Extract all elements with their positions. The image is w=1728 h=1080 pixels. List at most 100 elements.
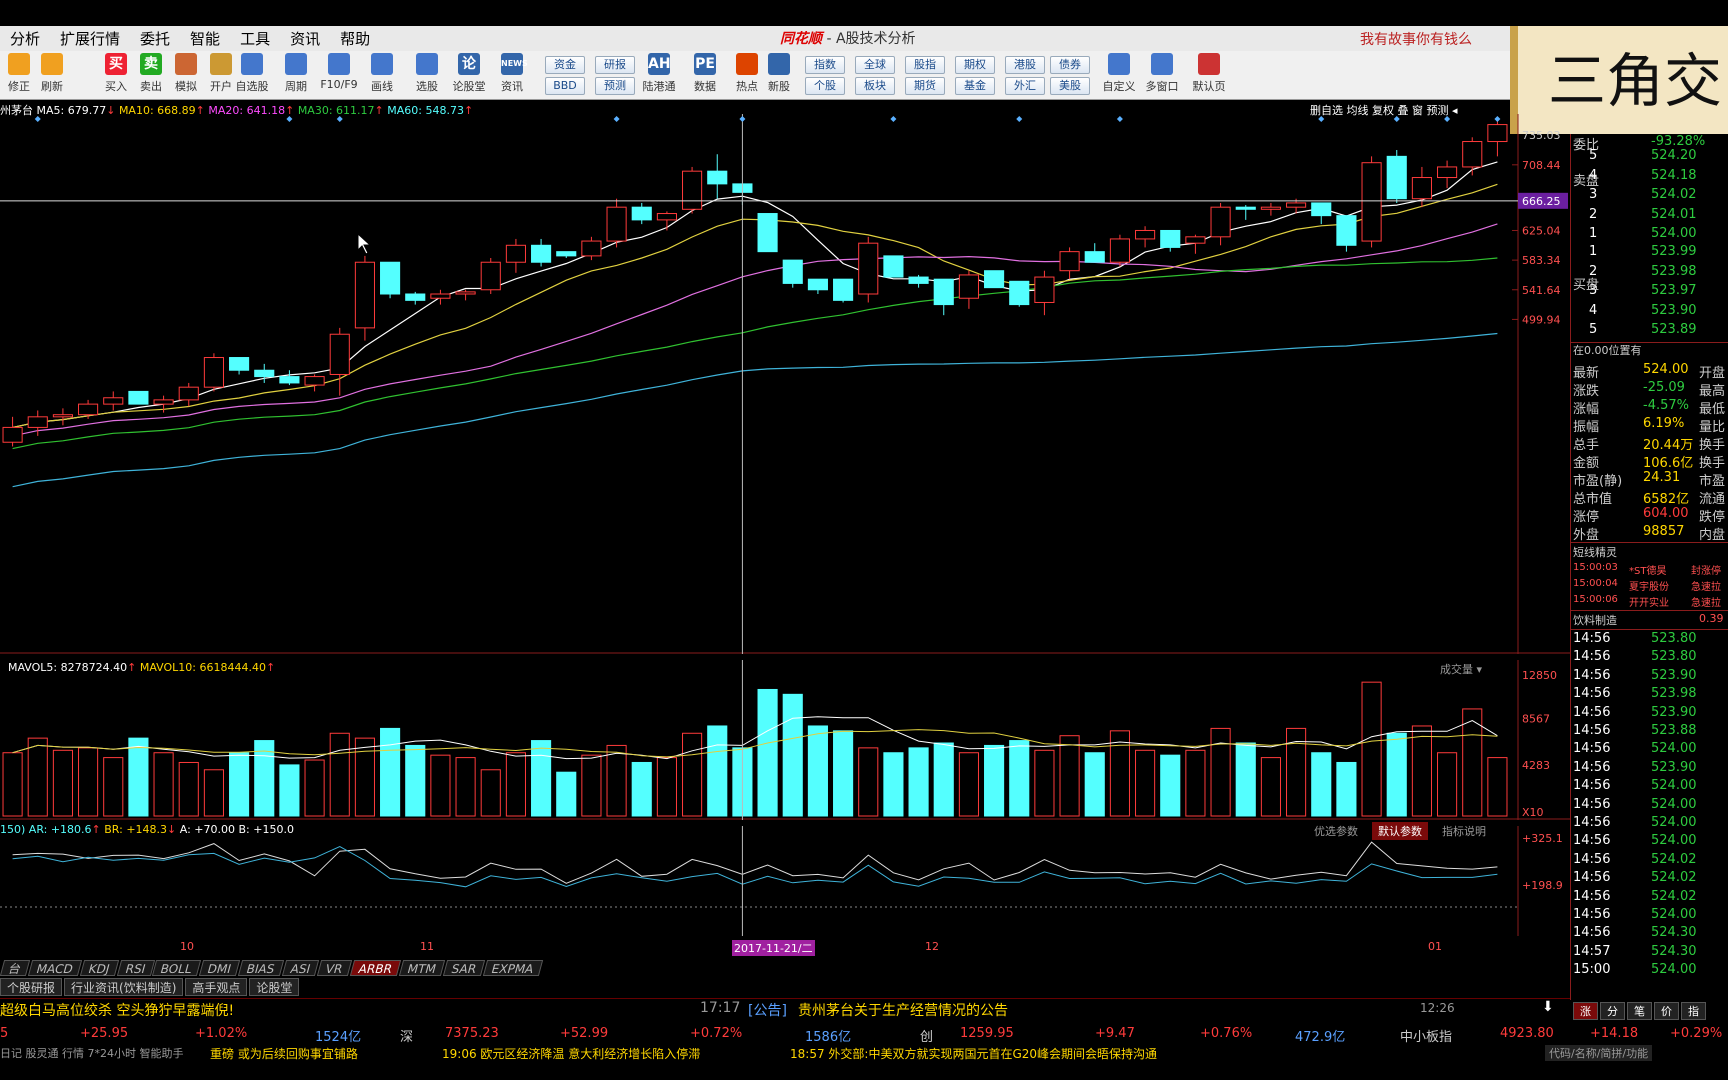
- candle[interactable]: [1260, 202, 1281, 216]
- refresh-button[interactable]: 刷新: [38, 53, 66, 98]
- screen-button[interactable]: 选股: [413, 53, 441, 98]
- toolbar-tab-button[interactable]: 预测: [595, 77, 635, 95]
- download-icon[interactable]: ⬇: [1542, 999, 1554, 1015]
- status-link[interactable]: 行情: [62, 1047, 84, 1060]
- info-marker-icon[interactable]: [890, 116, 897, 122]
- indicator-tab-boll[interactable]: BOLL: [152, 960, 202, 976]
- ah-button[interactable]: AH 陆港通: [643, 53, 676, 98]
- news-scroll-3[interactable]: 18:57 外交部:中美双方就实现两国元首在G20峰会期间会晤保持沟通: [790, 1045, 1157, 1062]
- info-marker-icon[interactable]: [336, 116, 343, 122]
- toolbar-tab-button[interactable]: 板块: [855, 77, 895, 95]
- candle[interactable]: [958, 270, 979, 309]
- indicator-tab-mtm[interactable]: MTM: [398, 960, 445, 976]
- sub-tab[interactable]: 个股研报: [0, 978, 63, 996]
- toolbar-tab-button[interactable]: BBD: [545, 77, 585, 95]
- info-marker-icon[interactable]: [739, 116, 746, 122]
- candle[interactable]: [1361, 156, 1382, 248]
- candle[interactable]: [178, 382, 199, 407]
- doc-button[interactable]: F10/F9: [320, 53, 358, 98]
- toolbar-tab-button[interactable]: 期权: [955, 56, 995, 74]
- quote-tab[interactable]: 指: [1681, 1002, 1706, 1020]
- toolbar-tab-button[interactable]: 外汇: [1005, 77, 1045, 95]
- pen-button[interactable]: 画线: [368, 53, 396, 98]
- custom-button[interactable]: 自定义: [1103, 53, 1136, 98]
- candle[interactable]: [1311, 202, 1332, 225]
- quote-tab[interactable]: 涨: [1573, 1002, 1598, 1020]
- candle[interactable]: [505, 238, 526, 273]
- status-link[interactable]: 日记: [0, 1047, 22, 1060]
- status-link[interactable]: 7*24小时: [88, 1047, 137, 1060]
- up-arrow-button[interactable]: 修正: [5, 53, 33, 98]
- candle[interactable]: [1235, 205, 1256, 220]
- indicator-tab-dmi[interactable]: DMI: [198, 960, 241, 976]
- default-params-button[interactable]: 默认参数: [1372, 822, 1428, 840]
- news-scroll-2[interactable]: 19:06 欧元区经济降温 意大利经济增长陷入停滞: [442, 1045, 700, 1062]
- candle[interactable]: [556, 251, 577, 258]
- indicator-tab-rsi[interactable]: RSI: [116, 960, 155, 976]
- sub-tab[interactable]: 高手观点: [185, 978, 248, 996]
- star-button[interactable]: 自选股: [236, 53, 269, 98]
- candle[interactable]: [531, 238, 552, 267]
- pe-button[interactable]: PE 数据: [691, 53, 719, 98]
- candle[interactable]: [1386, 150, 1407, 203]
- candle[interactable]: [757, 213, 778, 253]
- info-marker-icon[interactable]: [1116, 116, 1123, 122]
- toolbar-tab-button[interactable]: 研报: [595, 56, 635, 74]
- status-link[interactable]: 股灵通: [26, 1047, 59, 1060]
- candle[interactable]: [1462, 137, 1483, 176]
- indicator-tab-expma[interactable]: EXPMA: [483, 960, 543, 976]
- candle[interactable]: [380, 261, 401, 299]
- candle[interactable]: [606, 198, 627, 248]
- candle[interactable]: [1336, 215, 1357, 252]
- candle[interactable]: [128, 390, 149, 405]
- buy-button[interactable]: 买买入: [102, 53, 130, 98]
- menu-item[interactable]: 资讯: [280, 28, 330, 49]
- candle[interactable]: [480, 258, 501, 294]
- windows-button[interactable]: 多窗口: [1146, 53, 1179, 98]
- candle[interactable]: [430, 289, 451, 305]
- toolbar-tab-button[interactable]: 全球: [855, 56, 895, 74]
- candle[interactable]: [1059, 247, 1080, 280]
- candle[interactable]: [833, 278, 854, 303]
- optimal-params-button[interactable]: 优选参数: [1310, 822, 1362, 840]
- info-marker-icon[interactable]: [1016, 116, 1023, 122]
- candle[interactable]: [682, 166, 703, 214]
- candle[interactable]: [1160, 229, 1181, 252]
- indicator-help-button[interactable]: 指标说明: [1438, 822, 1490, 840]
- info-marker-icon[interactable]: [613, 116, 620, 122]
- indicator-tab-arbr[interactable]: ARBR: [349, 960, 401, 976]
- headline[interactable]: 超级白马高位绞杀 空头狰狞早露端倪!: [0, 1000, 234, 1020]
- toolbar-tab-button[interactable]: 基金: [955, 77, 995, 95]
- info-marker-icon[interactable]: [1494, 116, 1501, 122]
- toolbar-tab-button[interactable]: 债券: [1050, 56, 1090, 74]
- candle[interactable]: [1109, 234, 1130, 267]
- candle[interactable]: [78, 399, 99, 419]
- menu-item[interactable]: 委托: [130, 28, 180, 49]
- candle[interactable]: [229, 357, 250, 375]
- indicator-tab-asi[interactable]: ASI: [281, 960, 320, 976]
- sell-button[interactable]: 卖卖出: [137, 53, 165, 98]
- volume-dropdown[interactable]: 成交量 ▾: [1440, 661, 1482, 677]
- indicator-tab-kdj[interactable]: KDJ: [79, 960, 119, 976]
- candle[interactable]: [405, 291, 426, 305]
- candle[interactable]: [631, 202, 652, 225]
- candle[interactable]: [933, 278, 954, 316]
- chat-button[interactable]: 论论股堂: [453, 53, 486, 98]
- quote-tab[interactable]: 价: [1654, 1002, 1679, 1020]
- info-marker-icon[interactable]: [286, 116, 293, 122]
- quote-tab[interactable]: 笔: [1627, 1002, 1652, 1020]
- toolbar-tab-button[interactable]: 股指: [905, 56, 945, 74]
- candle[interactable]: [2, 416, 23, 447]
- menu-item[interactable]: 扩展行情: [50, 28, 130, 49]
- indicator-tab-台[interactable]: 台: [0, 960, 31, 976]
- candle[interactable]: [1210, 202, 1231, 246]
- candle[interactable]: [656, 211, 677, 231]
- indicator-tab-sar[interactable]: SAR: [442, 960, 486, 976]
- toolbar-tab-button[interactable]: 资金: [545, 56, 585, 74]
- arbr-chart[interactable]: +325.1 +198.9: [0, 826, 1570, 936]
- menu-item[interactable]: 帮助: [330, 28, 380, 49]
- candle[interactable]: [883, 255, 904, 278]
- news-text[interactable]: 贵州茅台关于生产经营情况的公告: [798, 1000, 1008, 1020]
- menu-item[interactable]: 智能: [180, 28, 230, 49]
- info-marker-icon[interactable]: [34, 116, 41, 122]
